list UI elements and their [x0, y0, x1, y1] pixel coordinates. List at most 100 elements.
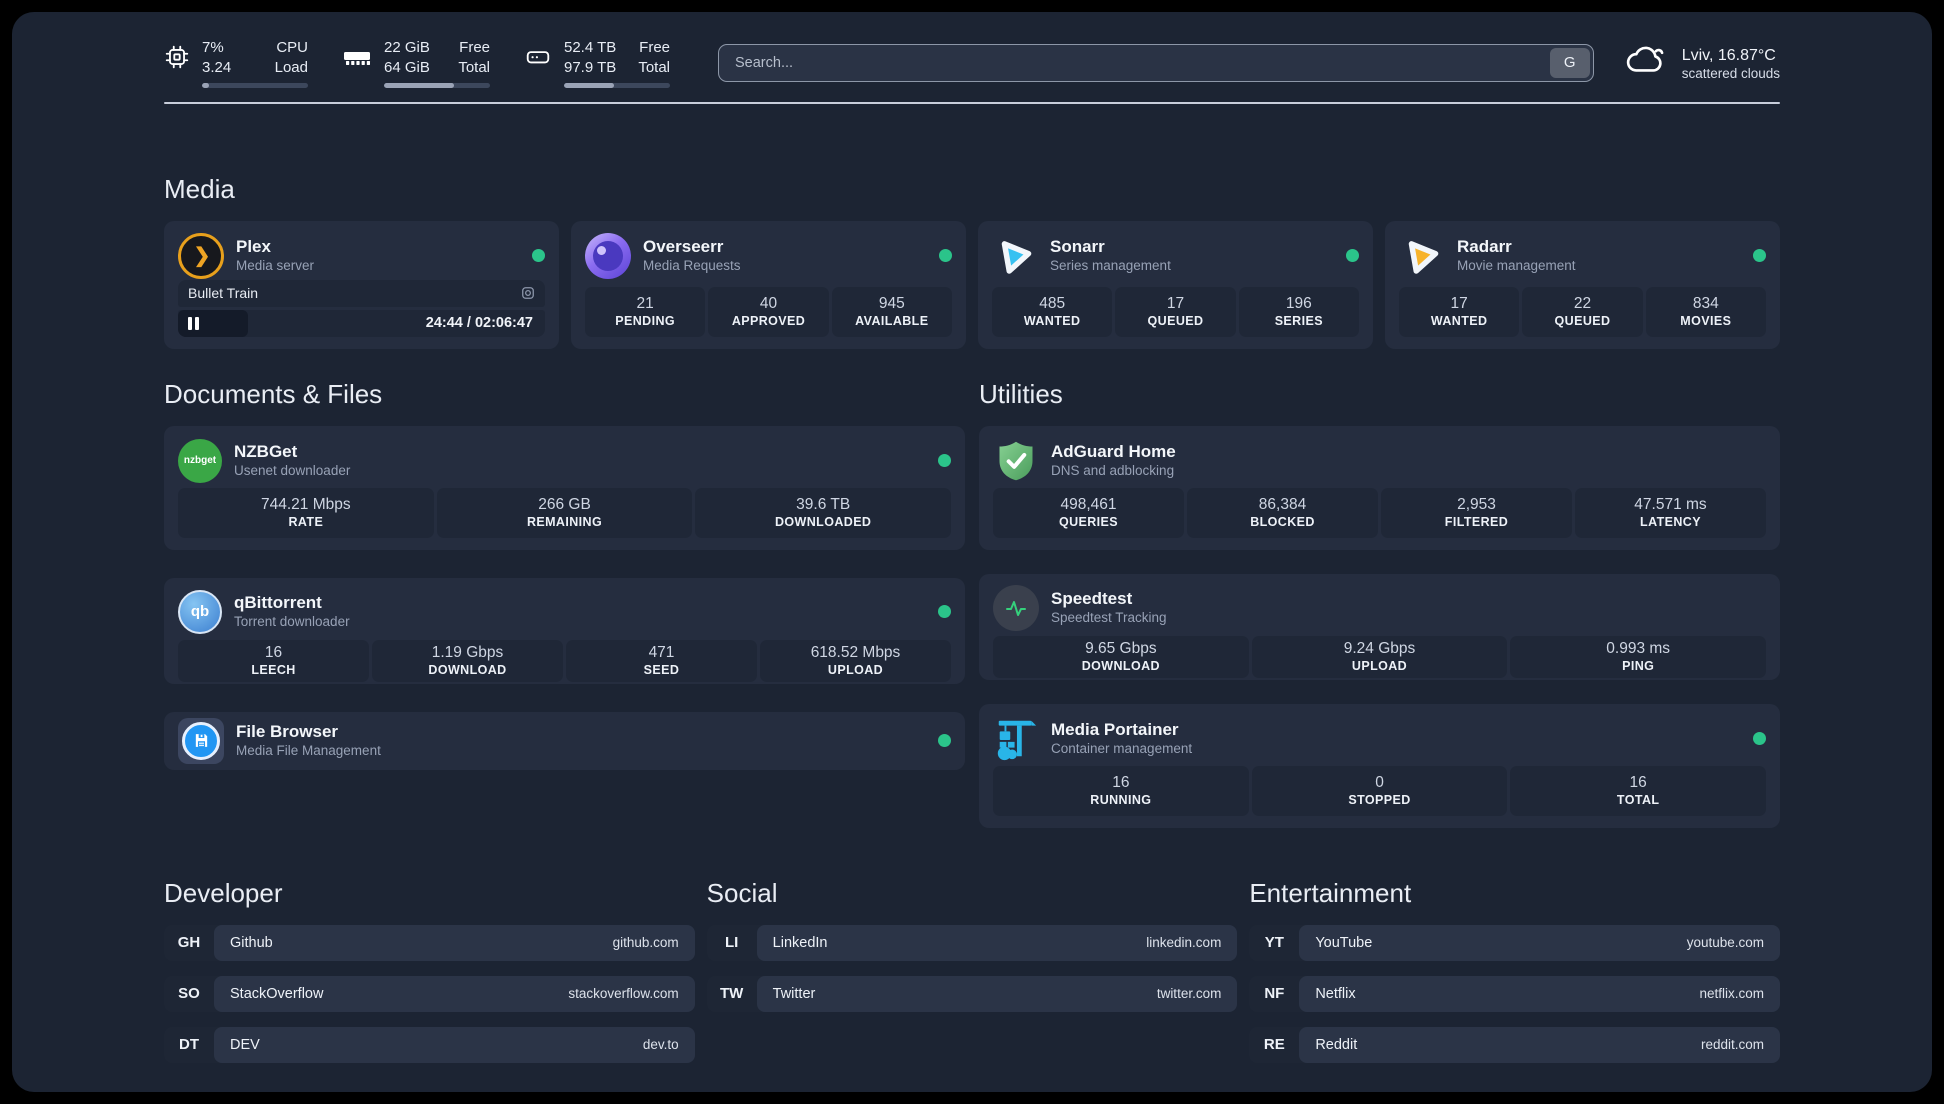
bookmark-abbr: YT: [1264, 934, 1284, 952]
service-card-filebrowser[interactable]: File Browser Media File Management: [164, 711, 965, 770]
service-title: Sonarr: [1050, 237, 1105, 257]
weather-condition: scattered clouds: [1681, 66, 1780, 82]
service-card-nzbget[interactable]: nzbget NZBGet Usenet downloader 744.21 M…: [164, 425, 965, 550]
service-title: Radarr: [1457, 237, 1512, 257]
service-subtitle: Speedtest Tracking: [1051, 610, 1167, 626]
memory-stats: 22 GiB 64 GiB Free Total: [342, 38, 490, 88]
bookmark-abbr: SO: [178, 985, 200, 1003]
weather-widget: Lviv, 16.87°C scattered clouds: [1624, 44, 1780, 82]
service-card-plex[interactable]: ❯ Plex Media server Bullet Train 24:44 /…: [164, 220, 559, 349]
stat-tile: 17 WANTED: [1399, 286, 1520, 337]
service-subtitle: Torrent downloader: [234, 614, 350, 630]
nzbget-icon: nzbget: [178, 438, 222, 483]
status-dot: [1346, 249, 1359, 263]
service-card-speedtest[interactable]: Speedtest Speedtest Tracking 9.65 Gbps D…: [979, 573, 1780, 680]
service-subtitle: Media server: [236, 258, 315, 274]
cpu-load-label: Load: [274, 58, 308, 76]
bookmark-stackoverflow[interactable]: SO StackOverflow stackoverflow.com: [164, 975, 695, 1012]
service-title: NZBGet: [234, 442, 298, 462]
service-subtitle: DNS and adblocking: [1051, 463, 1175, 479]
bookmark-name: Netflix: [1315, 985, 1356, 1002]
stat-tile: 17 QUEUED: [1115, 286, 1236, 337]
bookmark-name: LinkedIn: [772, 934, 828, 951]
bookmark-reddit[interactable]: RE Reddit reddit.com: [1249, 1026, 1780, 1063]
bookmark-dev[interactable]: DT DEV dev.to: [164, 1026, 695, 1063]
bookmark-url: netflix.com: [1699, 986, 1764, 1002]
stat-tile: 0.993 ms PING: [1510, 635, 1767, 678]
service-card-radarr[interactable]: Radarr Movie management 17 WANTED 22 QUE…: [1385, 220, 1780, 349]
bookmark-abbr: GH: [177, 934, 201, 952]
bookmark-name: YouTube: [1315, 934, 1373, 951]
stat-tile: 16 TOTAL: [1510, 765, 1767, 816]
bookmark-abbr: LI: [724, 934, 739, 952]
disk-free-value: 52.4 TB: [564, 39, 617, 56]
stat-tile: 2,953 FILTERED: [1381, 487, 1572, 538]
stat-tile: 47.571 ms LATENCY: [1575, 487, 1766, 538]
cpu-usage-value: 7%: [202, 39, 224, 56]
pause-icon: [188, 316, 199, 330]
status-dot: [939, 249, 952, 263]
bookmark-abbr: DT: [179, 1036, 199, 1054]
section-title-entertainment: Entertainment: [1249, 877, 1412, 908]
search-bar: G: [718, 43, 1594, 82]
service-card-adguard[interactable]: AdGuard Home DNS and adblocking 498,461 …: [979, 425, 1780, 550]
ram-total-value: 64 GiB: [384, 58, 430, 76]
section-title-developer: Developer: [164, 877, 283, 908]
disk-stats: 52.4 TB 97.9 TB Free Total: [524, 38, 670, 88]
now-playing-progress: 24:44 / 02:06:47: [178, 309, 545, 337]
search-provider-button[interactable]: G: [1549, 47, 1590, 78]
status-dot: [938, 454, 951, 468]
status-dot: [532, 249, 545, 263]
bookmark-netflix[interactable]: NF Netflix netflix.com: [1249, 975, 1780, 1012]
bookmark-name: Reddit: [1315, 1036, 1358, 1053]
stat-tile: 485 WANTED: [992, 286, 1113, 337]
stat-tile: 86,384 BLOCKED: [1187, 487, 1378, 538]
disk-free-label: Free: [639, 39, 670, 56]
stat-tile: 744.21 Mbps RATE: [178, 487, 434, 538]
service-subtitle: Media Requests: [643, 258, 741, 274]
cloud-icon: [1624, 44, 1668, 82]
service-card-sonarr[interactable]: Sonarr Series management 485 WANTED 17 Q…: [978, 220, 1373, 349]
overseerr-icon: [585, 232, 631, 279]
status-dot: [938, 605, 951, 619]
ram-progress-bar: [384, 82, 490, 88]
stat-tile: 22 QUEUED: [1522, 286, 1643, 337]
service-card-overseerr[interactable]: Overseerr Media Requests 21 PENDING 40 A…: [571, 220, 966, 349]
bookmark-youtube[interactable]: YT YouTube youtube.com: [1249, 924, 1780, 961]
bookmark-github[interactable]: GH Github github.com: [164, 924, 695, 961]
now-playing-view-icon: [521, 286, 535, 300]
bookmark-name: DEV: [230, 1036, 260, 1053]
service-subtitle: Series management: [1050, 258, 1171, 274]
qbittorrent-icon: qb: [178, 589, 222, 634]
stat-tile: 945 AVAILABLE: [831, 286, 952, 337]
bookmark-twitter[interactable]: TW Twitter twitter.com: [706, 975, 1238, 1012]
stat-tile: 196 SERIES: [1238, 286, 1359, 337]
service-card-qbittorrent[interactable]: qb qBittorrent Torrent downloader 16 LEE…: [164, 577, 965, 684]
disk-total-value: 97.9 TB: [564, 58, 617, 76]
dashboard-window: 7% 3.24 CPU Load 22 GiB 64 GiB Free Tota…: [12, 12, 1932, 1092]
stat-tile: 0 STOPPED: [1251, 765, 1508, 816]
stat-tile: 16 RUNNING: [993, 765, 1249, 816]
cpu-progress-bar: [202, 82, 308, 88]
bookmark-abbr: NF: [1264, 985, 1285, 1003]
stat-tile: 39.6 TB DOWNLOADED: [695, 487, 952, 538]
cpu-usage-label: CPU: [276, 39, 308, 56]
disk-total-label: Total: [638, 58, 670, 76]
speedtest-icon: [993, 584, 1039, 631]
service-subtitle: Media File Management: [236, 743, 381, 759]
bookmark-name: Twitter: [772, 985, 816, 1002]
service-subtitle: Usenet downloader: [234, 463, 351, 479]
search-input[interactable]: [719, 54, 1547, 71]
ram-total-label: Total: [458, 58, 490, 76]
service-subtitle: Container management: [1051, 741, 1193, 757]
service-title: Overseerr: [643, 237, 724, 257]
service-subtitle: Movie management: [1457, 258, 1576, 274]
stat-tile: 40 APPROVED: [708, 286, 829, 337]
section-title-social: Social: [706, 877, 778, 908]
service-card-portainer[interactable]: Media Portainer Container management 16 …: [979, 703, 1780, 828]
sonarr-icon: [988, 229, 1041, 282]
bookmark-linkedin[interactable]: LI LinkedIn linkedin.com: [706, 924, 1238, 961]
now-playing-time: 24:44 / 02:06:47: [425, 314, 533, 331]
bookmark-name: StackOverflow: [230, 985, 324, 1002]
cpu-load-value: 3.24: [202, 58, 232, 76]
